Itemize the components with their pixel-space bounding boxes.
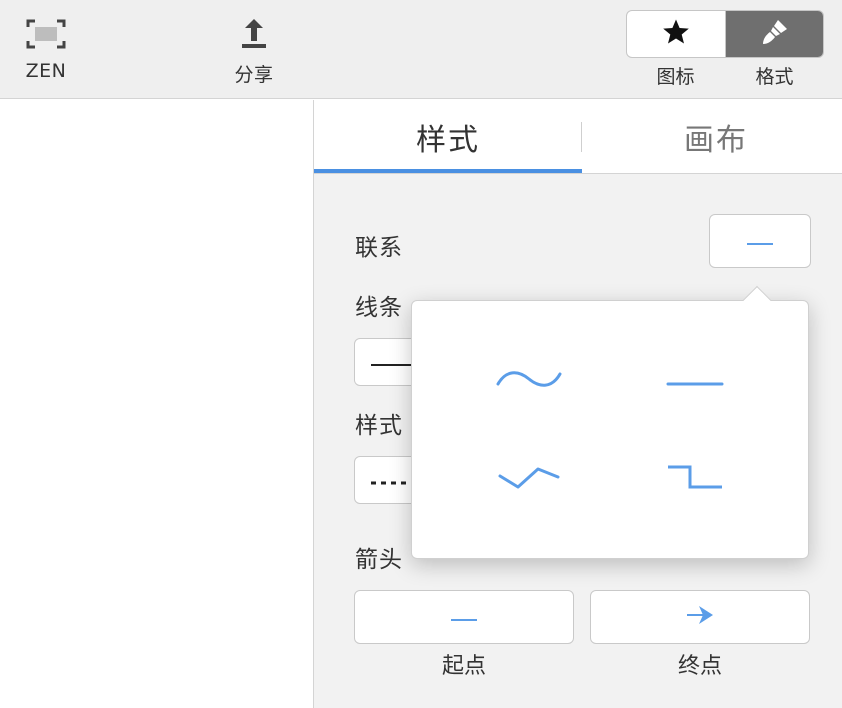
paintbrush-icon	[760, 17, 790, 51]
curved-line-option[interactable]	[469, 352, 589, 412]
straight-line-icon	[745, 232, 775, 251]
focus-frame-icon	[26, 14, 66, 54]
straight-line-icon	[666, 373, 724, 392]
relation-label: 联系	[355, 235, 403, 261]
canvas-area[interactable]	[0, 100, 313, 708]
straight-line-icon	[449, 608, 479, 627]
icon-segment-label: 图标	[656, 66, 695, 88]
share-button[interactable]: 分享	[214, 14, 294, 87]
format-segment-label: 格式	[755, 66, 794, 88]
active-tab-indicator	[314, 169, 582, 173]
star-icon	[662, 18, 690, 50]
curved-line-icon	[496, 366, 562, 398]
elbow-line-icon	[666, 463, 724, 495]
relation-style-popover	[411, 285, 809, 559]
arrow-start-select[interactable]	[354, 590, 574, 644]
arrow-label: 箭头	[355, 547, 403, 573]
line-label: 线条	[355, 295, 403, 321]
tab-canvas[interactable]: 画布	[582, 100, 842, 173]
straight-line-option[interactable]	[635, 352, 755, 412]
elbow-line-option[interactable]	[635, 449, 755, 509]
inspector-tabs: 样式 画布	[314, 100, 842, 174]
share-label: 分享	[234, 64, 274, 86]
toolbar: ZEN 分享 图标 格式	[0, 0, 842, 99]
arrow-end-label: 终点	[677, 654, 722, 679]
zen-button[interactable]: ZEN	[6, 14, 86, 82]
share-upload-icon	[239, 14, 269, 54]
icon-segment-button[interactable]	[627, 11, 725, 57]
arrow-start-label: 起点	[441, 654, 486, 679]
angled-line-option[interactable]	[469, 449, 589, 509]
zen-label: ZEN	[25, 60, 67, 82]
angled-line-icon	[498, 464, 560, 494]
format-segment-button[interactable]	[725, 11, 823, 57]
arrow-end-select[interactable]	[590, 590, 810, 644]
tab-style[interactable]: 样式	[314, 100, 582, 173]
relation-style-select[interactable]	[709, 214, 811, 268]
line-style-label: 样式	[355, 413, 403, 439]
inspector-mode-segmented-control	[626, 10, 824, 58]
arrow-right-icon	[685, 604, 715, 630]
